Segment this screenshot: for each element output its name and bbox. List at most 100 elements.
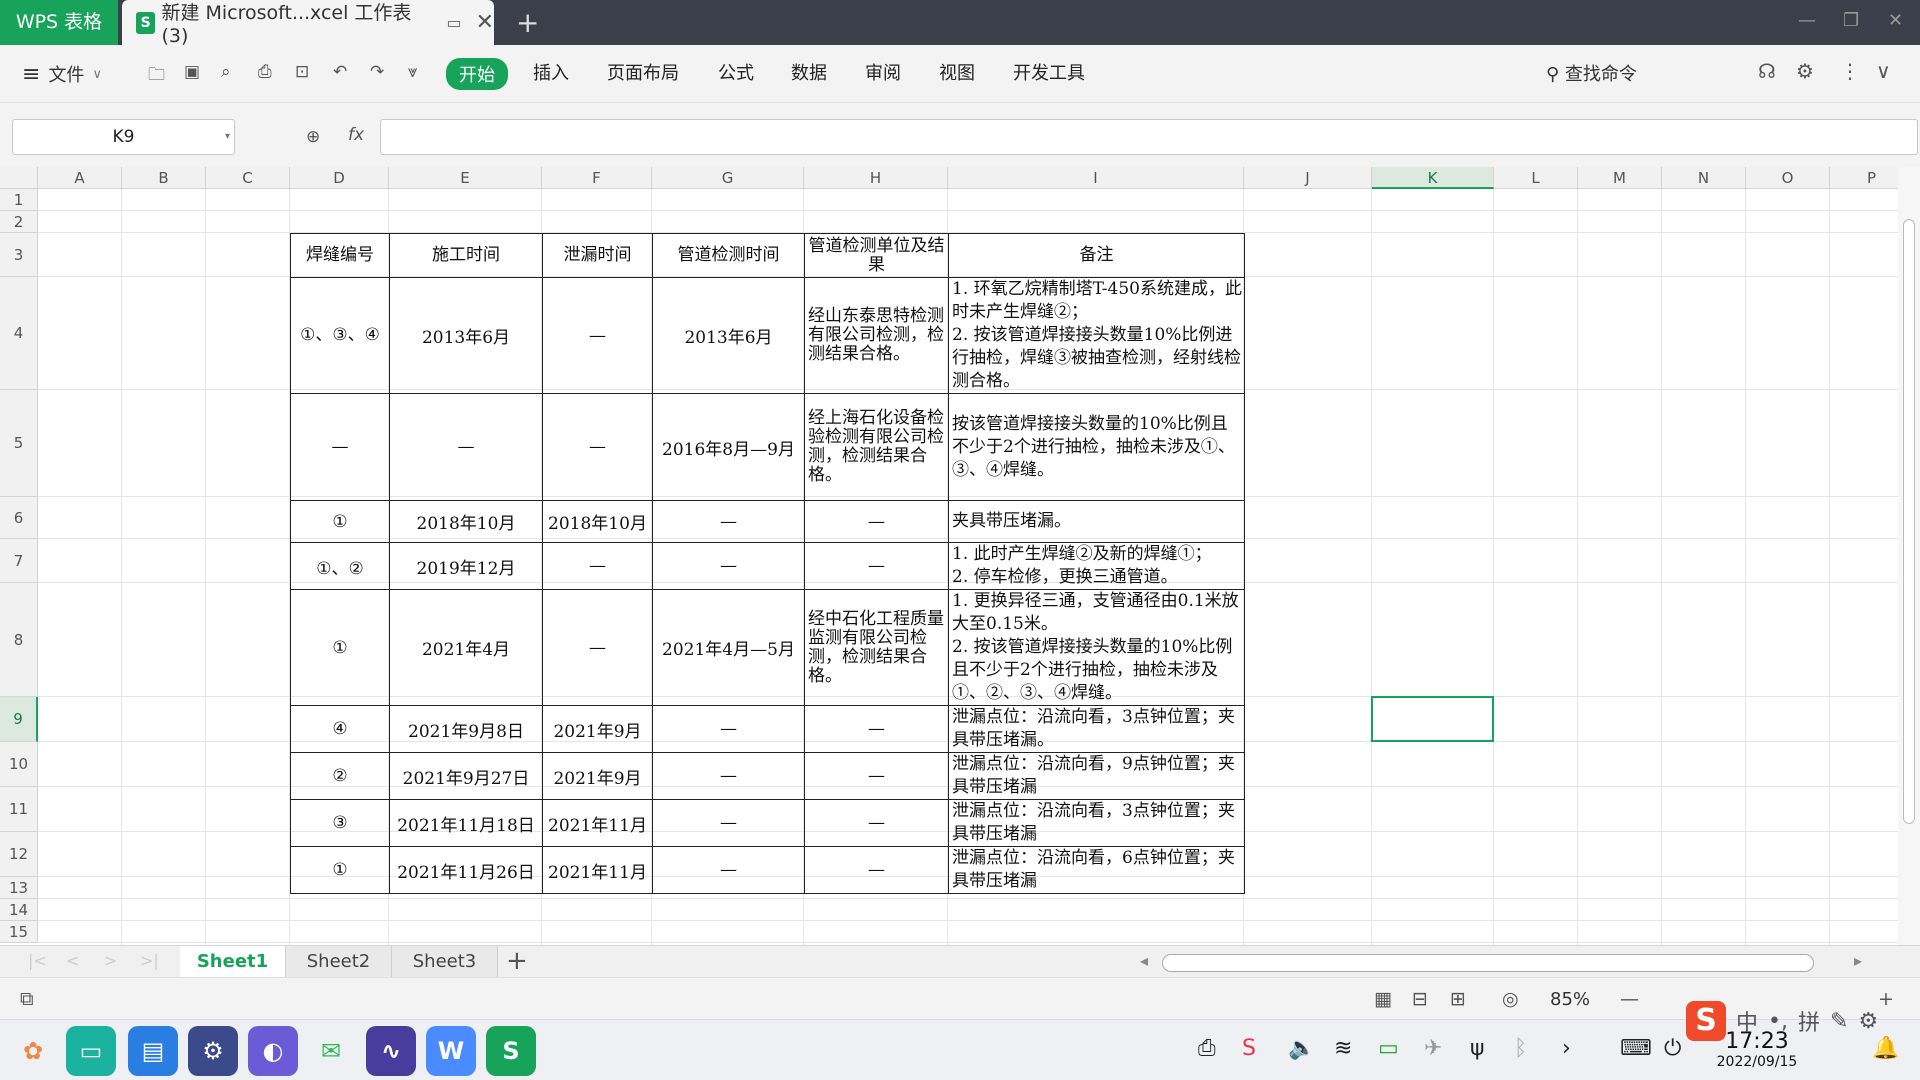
row-header-10[interactable]: 10 [0, 742, 38, 787]
table-cell[interactable]: 2018年10月 [389, 500, 543, 543]
last-sheet-icon[interactable]: >| [140, 951, 159, 970]
airplane-icon[interactable]: ✈ [1424, 1036, 1442, 1061]
table-header-cell[interactable]: 管道检测单位及结果 [804, 233, 949, 278]
table-cell[interactable]: 2021年4月—5月 [652, 589, 805, 706]
table-cell[interactable]: — [652, 752, 805, 800]
table-cell[interactable]: 2021年9月 [542, 752, 653, 800]
save-icon[interactable]: ▣ [184, 62, 200, 82]
sogou-icon[interactable]: S [1242, 1036, 1256, 1061]
column-header-o[interactable]: O [1746, 167, 1830, 189]
document-tab[interactable]: S 新建 Microsoft...xcel 工作表 (3) ▭ ✕ [122, 0, 494, 47]
table-cell[interactable]: 2016年8月—9月 [652, 393, 805, 501]
table-cell[interactable]: 2018年10月 [542, 500, 653, 543]
table-cell[interactable]: 2021年11月18日 [389, 799, 543, 847]
table-cell[interactable]: ④ [290, 705, 390, 753]
column-header-p[interactable]: P [1830, 167, 1900, 189]
row-header-15[interactable]: 15 [0, 921, 38, 943]
table-cell[interactable]: — [290, 393, 390, 501]
row-header-9[interactable]: 9 [0, 697, 38, 742]
add-sheet-button[interactable]: + [506, 946, 528, 976]
table-cell[interactable]: 2013年6月 [389, 277, 543, 394]
punctuation-icon[interactable]: •, [1768, 1009, 1788, 1034]
tab-developer[interactable]: 开发工具 [1013, 59, 1085, 85]
normal-view-icon[interactable]: ▦ [1374, 988, 1392, 1010]
table-cell[interactable]: — [652, 542, 805, 590]
tab-start[interactable]: 开始 [446, 58, 508, 90]
scroll-right-icon[interactable]: ▸ [1854, 951, 1862, 970]
tab-page-layout[interactable]: 页面布局 [607, 59, 679, 85]
column-header-h[interactable]: H [804, 167, 948, 189]
table-cell[interactable]: 经中石化工程质量监测有限公司检测，检测结果合格。 [804, 589, 949, 706]
select-all-corner[interactable] [0, 167, 38, 189]
table-header-cell[interactable]: 备注 [948, 233, 1245, 278]
table-cell[interactable]: 2021年11月 [542, 799, 653, 847]
power-icon[interactable]: ⏻ [1664, 1036, 1681, 1061]
row-header-13[interactable]: 13 [0, 877, 38, 899]
keyboard-icon[interactable]: ⌨ [1620, 1036, 1652, 1061]
selected-cell-k9[interactable] [1371, 696, 1494, 742]
monitor-icon[interactable]: ▭ [446, 13, 461, 32]
row-header-8[interactable]: 8 [0, 583, 38, 697]
row-header-11[interactable]: 11 [0, 787, 38, 832]
table-cell[interactable]: — [542, 542, 653, 590]
table-cell[interactable]: 1. 此时产生焊缝②及新的焊缝①； 2. 停车检修，更换三通管道。 [948, 542, 1245, 590]
column-header-k[interactable]: K [1372, 167, 1494, 189]
settings-app-icon[interactable]: ⚙ [188, 1026, 238, 1076]
expand-tray-icon[interactable]: › [1562, 1036, 1571, 1061]
column-header-m[interactable]: M [1578, 167, 1662, 189]
app-home-tab[interactable]: WPS 表格 [0, 0, 118, 45]
table-cell[interactable]: 经山东泰思特检测有限公司检测，检测结果合格。 [804, 277, 949, 394]
table-cell[interactable]: ①、② [290, 542, 390, 590]
row-header-6[interactable]: 6 [0, 497, 38, 539]
speaker-muted-icon[interactable]: 🔈 [1288, 1036, 1315, 1061]
table-cell[interactable]: — [542, 277, 653, 394]
next-sheet-icon[interactable]: > [104, 951, 117, 970]
table-cell[interactable]: ① [290, 500, 390, 543]
page-break-view-icon[interactable]: ⊟ [1412, 988, 1428, 1010]
column-header-i[interactable]: I [948, 167, 1244, 189]
table-cell[interactable]: 泄漏点位：沿流向看，9点钟位置；夹具带压堵漏 [948, 752, 1245, 800]
table-cell[interactable]: — [804, 542, 949, 590]
row-header-12[interactable]: 12 [0, 832, 38, 877]
undo-icon[interactable]: ↶ [333, 62, 347, 82]
app-store-icon[interactable]: ▤ [128, 1026, 178, 1076]
table-cell[interactable]: 泄漏点位：沿流向看，3点钟位置；夹具带压堵漏。 [948, 705, 1245, 753]
close-window-icon[interactable]: ✕ [1888, 10, 1903, 31]
restore-icon[interactable]: ❐ [1843, 10, 1859, 31]
column-header-a[interactable]: A [38, 167, 122, 189]
table-cell[interactable]: 2021年9月8日 [389, 705, 543, 753]
launcher-icon[interactable]: ✿ [8, 1026, 58, 1076]
column-header-e[interactable]: E [389, 167, 542, 189]
table-cell[interactable]: ② [290, 752, 390, 800]
ime-mode[interactable]: 中 [1736, 1005, 1758, 1037]
column-header-n[interactable]: N [1662, 167, 1746, 189]
row-header-3[interactable]: 3 [0, 233, 38, 277]
column-header-b[interactable]: B [122, 167, 206, 189]
usb-icon[interactable]: ψ [1470, 1036, 1485, 1061]
prev-sheet-icon[interactable]: < [66, 951, 79, 970]
zoom-out-icon[interactable]: — [1620, 988, 1639, 1010]
headset-icon[interactable]: ☊ [1758, 59, 1776, 83]
row-header-1[interactable]: 1 [0, 189, 38, 211]
more-icon[interactable]: ⋮ [1840, 59, 1860, 83]
zoom-level[interactable]: 85% [1550, 989, 1590, 1010]
sogou-ime-logo-icon[interactable]: S [1686, 1001, 1726, 1041]
print-icon[interactable]: ⎙ [258, 62, 272, 82]
pen-icon[interactable]: ✎ [1830, 1009, 1848, 1034]
macro-icon[interactable]: ⧉ [20, 988, 34, 1010]
table-cell[interactable]: 2021年9月27日 [389, 752, 543, 800]
print-preview-icon[interactable]: ⊡ [295, 62, 309, 82]
dropdown-arrow-icon[interactable]: ▾ [225, 120, 230, 154]
tab-formulas[interactable]: 公式 [718, 59, 754, 85]
table-cell[interactable]: — [804, 752, 949, 800]
monitor-app-icon[interactable]: ∿ [366, 1026, 416, 1076]
table-cell[interactable]: 1. 环氧乙烷精制塔T-450系统建成，此时未产生焊缝②； 2. 按该管道焊接接… [948, 277, 1245, 394]
table-cell[interactable]: — [389, 393, 543, 501]
format-painter-icon[interactable]: ⌕ [221, 62, 231, 82]
close-tab-icon[interactable]: ✕ [476, 10, 494, 35]
wechat-icon[interactable]: ✉ [306, 1026, 356, 1076]
table-cell[interactable]: 2019年12月 [389, 542, 543, 590]
customize-icon[interactable]: ⩔ [408, 62, 418, 82]
table-cell[interactable]: 泄漏点位：沿流向看，3点钟位置；夹具带压堵漏 [948, 799, 1245, 847]
column-header-f[interactable]: F [542, 167, 652, 189]
